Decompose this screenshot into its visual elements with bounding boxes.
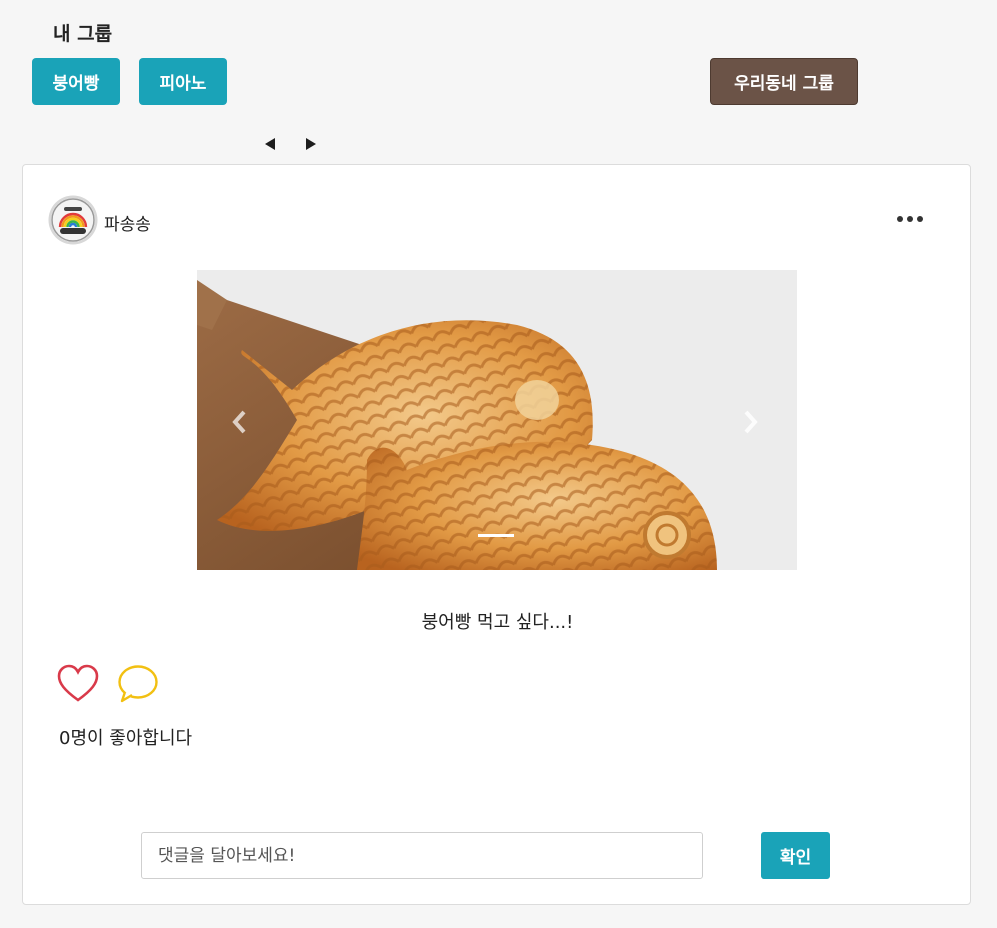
group-button-piano[interactable]: 피아노 [139,58,227,105]
caret-right-icon[interactable] [303,136,319,152]
chevron-left-icon[interactable] [227,408,251,436]
heart-icon[interactable] [56,664,100,704]
group-button-bungeoppang[interactable]: 붕어빵 [32,58,120,105]
post-photo [197,270,797,570]
comment-bubble-icon[interactable] [116,664,160,704]
avatar[interactable] [48,195,98,245]
author-name: 파송송 [104,215,151,235]
post-caption: 붕어빵 먹고 싶다...! [421,612,574,633]
group-button-neighborhood[interactable]: 우리동네 그룹 [710,58,858,105]
more-horizontal-icon[interactable] [891,207,929,231]
like-count: 0명이 좋아합니다 [59,728,193,749]
comment-input[interactable] [141,832,703,879]
caret-left-icon[interactable] [262,136,278,152]
section-title: 내 그룹 [53,23,113,45]
confirm-button[interactable]: 확인 [761,832,830,879]
page: 내 그룹 붕어빵 피아노 우리동네 그룹 파송송 붕어빵 먹고 싶다...! 0… [0,0,997,928]
carousel-indicator[interactable] [478,534,514,537]
post-card: 파송송 붕어빵 먹고 싶다...! 0명이 좋아합니다 댓글을 달아보세요! 확… [22,164,971,905]
chevron-right-icon[interactable] [739,408,763,436]
